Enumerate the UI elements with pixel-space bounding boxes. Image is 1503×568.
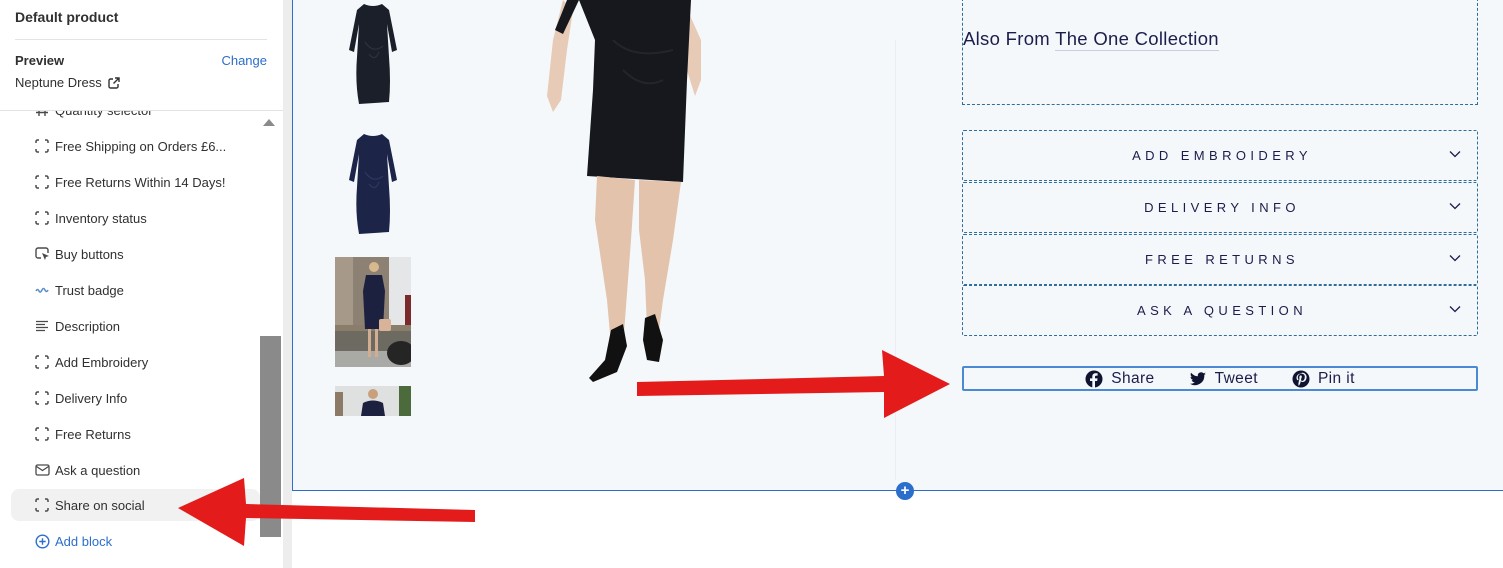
- block-item-trust-badge[interactable]: Trust badge: [11, 274, 260, 306]
- block-item-share-on-social[interactable]: Share on social: [11, 489, 260, 521]
- collection-link[interactable]: The One Collection: [1055, 28, 1219, 51]
- block-list: Quantity selector Free Shipping on Order…: [0, 95, 260, 568]
- product-section-selected[interactable]: Also From The One Collection ADD EMBROID…: [292, 0, 1503, 491]
- block-item-buy-buttons[interactable]: Buy buttons: [11, 238, 260, 270]
- share-label: Share: [1111, 369, 1155, 387]
- block-item-label: Share on social: [55, 497, 145, 513]
- dashed-square-icon: [34, 174, 50, 190]
- share-label: Tweet: [1214, 369, 1258, 387]
- block-item-description[interactable]: Description: [11, 310, 260, 342]
- accordion-label: ADD EMBROIDERY: [1132, 148, 1312, 163]
- block-item-label: Inventory status: [55, 210, 147, 226]
- block-item-inventory-status[interactable]: Inventory status: [11, 202, 260, 234]
- dashed-square-icon: [34, 390, 50, 406]
- sidebar-header: Default product Preview Change Neptune D…: [0, 0, 283, 111]
- description-prefix: Also From: [963, 28, 1056, 49]
- block-item-add-embroidery[interactable]: Add Embroidery: [11, 346, 260, 378]
- accordion-label: ASK A QUESTION: [1137, 303, 1307, 318]
- model-photo: [335, 257, 411, 367]
- block-item-ask-question[interactable]: Ask a question: [11, 454, 260, 486]
- scroll-up-arrow[interactable]: [263, 119, 275, 126]
- dashed-square-icon: [34, 426, 50, 442]
- divider: [15, 39, 267, 40]
- chevron-down-icon: [1449, 203, 1461, 210]
- block-item-label: Free Returns Within 14 Days!: [55, 174, 226, 190]
- block-item-label: Add Embroidery: [55, 354, 149, 370]
- model-photo: [335, 386, 411, 416]
- external-link-icon: [108, 76, 120, 89]
- chevron-down-icon: [1449, 306, 1461, 313]
- block-item-label: Delivery Info: [55, 390, 128, 406]
- envelope-icon: [34, 462, 50, 478]
- accordion-add-embroidery[interactable]: ADD EMBROIDERY: [962, 130, 1478, 181]
- sidebar-edge: [283, 0, 292, 568]
- twitter-icon: [1189, 371, 1206, 385]
- sidebar-scrollbar-thumb[interactable]: [260, 336, 281, 537]
- add-block-label: Add block: [55, 533, 113, 549]
- thumbnail-3[interactable]: [335, 257, 411, 367]
- dashed-square-icon: [34, 138, 50, 154]
- block-item-label: Trust badge: [55, 282, 124, 298]
- template-title: Default product: [15, 9, 119, 25]
- accordion-delivery-info[interactable]: DELIVERY INFO: [962, 182, 1478, 233]
- preview-product-name: Neptune Dress: [15, 75, 102, 90]
- chevron-down-icon: [1449, 151, 1461, 158]
- text-lines-icon: [34, 318, 50, 334]
- chevron-down-icon: [1449, 255, 1461, 262]
- description-text: Also From The One Collection: [963, 28, 1219, 51]
- cursor-click-icon: [34, 246, 50, 262]
- block-item-label: Buy buttons: [55, 246, 124, 262]
- facebook-icon: [1085, 370, 1103, 388]
- block-item-label: Free Returns: [55, 426, 131, 442]
- dashed-square-icon: [34, 354, 50, 370]
- plus-circle-icon: [34, 533, 50, 549]
- description-block[interactable]: Also From The One Collection: [962, 0, 1478, 105]
- thumbnail-2[interactable]: [335, 132, 411, 236]
- facebook-share-button[interactable]: Share: [1085, 370, 1154, 388]
- model-photo: [547, 0, 701, 382]
- accordion-label: FREE RETURNS: [1145, 252, 1299, 267]
- preview-label: Preview: [15, 53, 65, 68]
- block-item-free-shipping[interactable]: Free Shipping on Orders £6...: [11, 130, 260, 162]
- share-label: Pin it: [1317, 369, 1355, 387]
- accordion-free-returns[interactable]: FREE RETURNS: [962, 234, 1478, 285]
- app-logo-icon: [34, 282, 50, 298]
- preview-product-link[interactable]: Neptune Dress: [15, 75, 120, 90]
- add-block-button[interactable]: Add block: [11, 525, 260, 557]
- block-item-delivery-info[interactable]: Delivery Info: [11, 382, 260, 414]
- main-product-image[interactable]: [523, 0, 893, 400]
- block-item-label: Description: [55, 318, 121, 334]
- dress-image: [349, 134, 397, 234]
- accordion-ask-a-question[interactable]: ASK A QUESTION: [962, 285, 1478, 336]
- dashed-square-icon: [34, 210, 50, 226]
- add-section-button[interactable]: +: [896, 482, 914, 500]
- block-item-free-returns[interactable]: Free Returns: [11, 418, 260, 450]
- dress-image: [349, 4, 397, 104]
- block-item-label: Ask a question: [55, 462, 141, 478]
- block-item-label: Free Shipping on Orders £6...: [55, 138, 227, 154]
- accordion-label: DELIVERY INFO: [1144, 200, 1300, 215]
- dashed-square-icon: [34, 497, 50, 513]
- theme-editor-sidebar: Quantity selector Free Shipping on Order…: [0, 0, 283, 568]
- thumbnail-4[interactable]: [335, 386, 411, 416]
- preview-canvas: Also From The One Collection ADD EMBROID…: [292, 0, 1503, 568]
- share-on-social-block[interactable]: Share Tweet Pin it: [962, 366, 1478, 391]
- pinterest-icon: [1292, 370, 1310, 387]
- change-preview-link[interactable]: Change: [221, 53, 267, 68]
- block-item-free-returns-14[interactable]: Free Returns Within 14 Days!: [11, 166, 260, 198]
- twitter-tweet-button[interactable]: Tweet: [1189, 370, 1258, 388]
- media-divider: [895, 40, 896, 480]
- thumbnail-1[interactable]: [335, 2, 411, 106]
- pinterest-pin-button[interactable]: Pin it: [1292, 370, 1355, 388]
